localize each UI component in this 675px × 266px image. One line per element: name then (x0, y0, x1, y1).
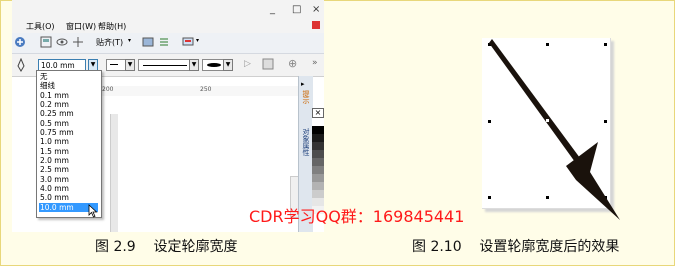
dropdown-option[interactable]: 4.0 mm (39, 184, 98, 193)
play-icon[interactable]: ▷ (244, 59, 251, 69)
snap-to-menu[interactable]: 贴齐(T) (96, 37, 123, 48)
dropdown-option[interactable]: 0.25 mm (39, 109, 98, 118)
guidelines-icon[interactable] (72, 36, 84, 48)
color-swatch[interactable] (312, 126, 324, 134)
chevron-down-icon[interactable]: ▾ (128, 37, 131, 44)
close-button[interactable]: × (312, 4, 320, 15)
view-icon[interactable] (56, 36, 68, 48)
overflow-chevron-icon[interactable]: » (312, 58, 318, 68)
menu-bar: 工具(O) 窗口(W) 帮助(H) (12, 20, 324, 33)
dropdown-option[interactable]: 0.5 mm (39, 119, 98, 128)
color-swatch[interactable] (312, 174, 324, 182)
publish-icon[interactable] (182, 36, 194, 48)
dropdown-option[interactable]: 0.2 mm (39, 100, 98, 109)
line-style-dropdown[interactable]: ▼ (189, 59, 199, 71)
fullscreen-icon[interactable] (40, 36, 52, 48)
mouse-cursor-icon (88, 204, 98, 218)
dropdown-option[interactable]: 2.0 mm (39, 156, 98, 165)
chevron-down-icon[interactable]: ▾ (196, 37, 199, 44)
outline-pen-icon (17, 58, 25, 72)
color-swatch[interactable] (312, 182, 324, 190)
line-start-icon (110, 64, 118, 65)
dropdown-option[interactable]: 0.1 mm (39, 91, 98, 100)
dropdown-option[interactable]: 1.0 mm (39, 137, 98, 146)
dropdown-option[interactable]: 0.75 mm (39, 128, 98, 137)
menu-window[interactable]: 窗口(W) (66, 21, 96, 32)
start-arrowhead-dropdown[interactable]: ▼ (125, 59, 135, 71)
menu-tools[interactable]: 工具(O) (26, 21, 55, 32)
options-icon[interactable] (142, 36, 154, 48)
title-bar: _ □ × (12, 0, 324, 20)
docker-arrow-icon[interactable]: ▸ (301, 80, 305, 88)
add-icon[interactable]: ⊕ (288, 57, 297, 70)
color-swatch[interactable] (312, 158, 324, 166)
dropdown-option[interactable]: 1.5 mm (39, 147, 98, 156)
convert-icon[interactable] (262, 58, 274, 70)
center-point (546, 119, 549, 122)
thick-arrow-shape[interactable] (480, 34, 640, 224)
import-icon[interactable] (14, 36, 26, 48)
outline-width-dropdown: 无 细线 0.1 mm 0.2 mm 0.25 mm 0.5 mm 0.75 m… (36, 70, 102, 218)
dropdown-option[interactable]: 5.0 mm (39, 193, 98, 202)
color-swatch[interactable] (312, 190, 324, 198)
restore-button[interactable]: □ (292, 4, 301, 15)
dropdown-option[interactable]: 3.0 mm (39, 175, 98, 184)
app-close-icon[interactable] (312, 21, 320, 29)
standard-toolbar: 贴齐(T) ▾ ▾ (12, 33, 324, 54)
color-palette: × (312, 108, 324, 214)
ruler-tick: 200 (102, 86, 114, 93)
launcher-icon[interactable] (158, 36, 170, 48)
dropdown-option[interactable]: 2.5 mm (39, 165, 98, 174)
tab-object-properties[interactable]: 对象属性 (301, 128, 311, 156)
color-swatch[interactable] (312, 166, 324, 174)
ruler-tick: 250 (200, 86, 212, 93)
caption-right: 图 2.10 设置轮廓宽度后的效果 (412, 239, 620, 255)
caption-left: 图 2.9 设定轮廓宽度 (95, 239, 238, 255)
page-edge (110, 114, 118, 232)
menu-help[interactable]: 帮助(H) (98, 21, 126, 32)
dropdown-option[interactable]: 无 (39, 72, 98, 81)
color-swatch[interactable] (312, 118, 324, 126)
line-style-icon (143, 65, 187, 66)
color-swatch[interactable] (312, 150, 324, 158)
watermark: CDR学习QQ群：169845441 (249, 207, 465, 226)
tab-hints[interactable]: 提示 (301, 90, 311, 104)
arrowhead-end-icon (207, 63, 221, 67)
color-swatch[interactable] (312, 134, 324, 142)
end-arrowhead-dropdown[interactable]: ▼ (223, 59, 233, 71)
no-color-icon[interactable]: × (312, 108, 324, 118)
minimize-button[interactable]: _ (270, 4, 275, 15)
dropdown-option[interactable]: 细线 (39, 81, 98, 90)
color-swatch[interactable] (312, 142, 324, 150)
coreldraw-screenshot: _ □ × 工具(O) 窗口(W) 帮助(H) 贴齐(T) ▾ ▾ 10.0 m… (12, 0, 324, 232)
